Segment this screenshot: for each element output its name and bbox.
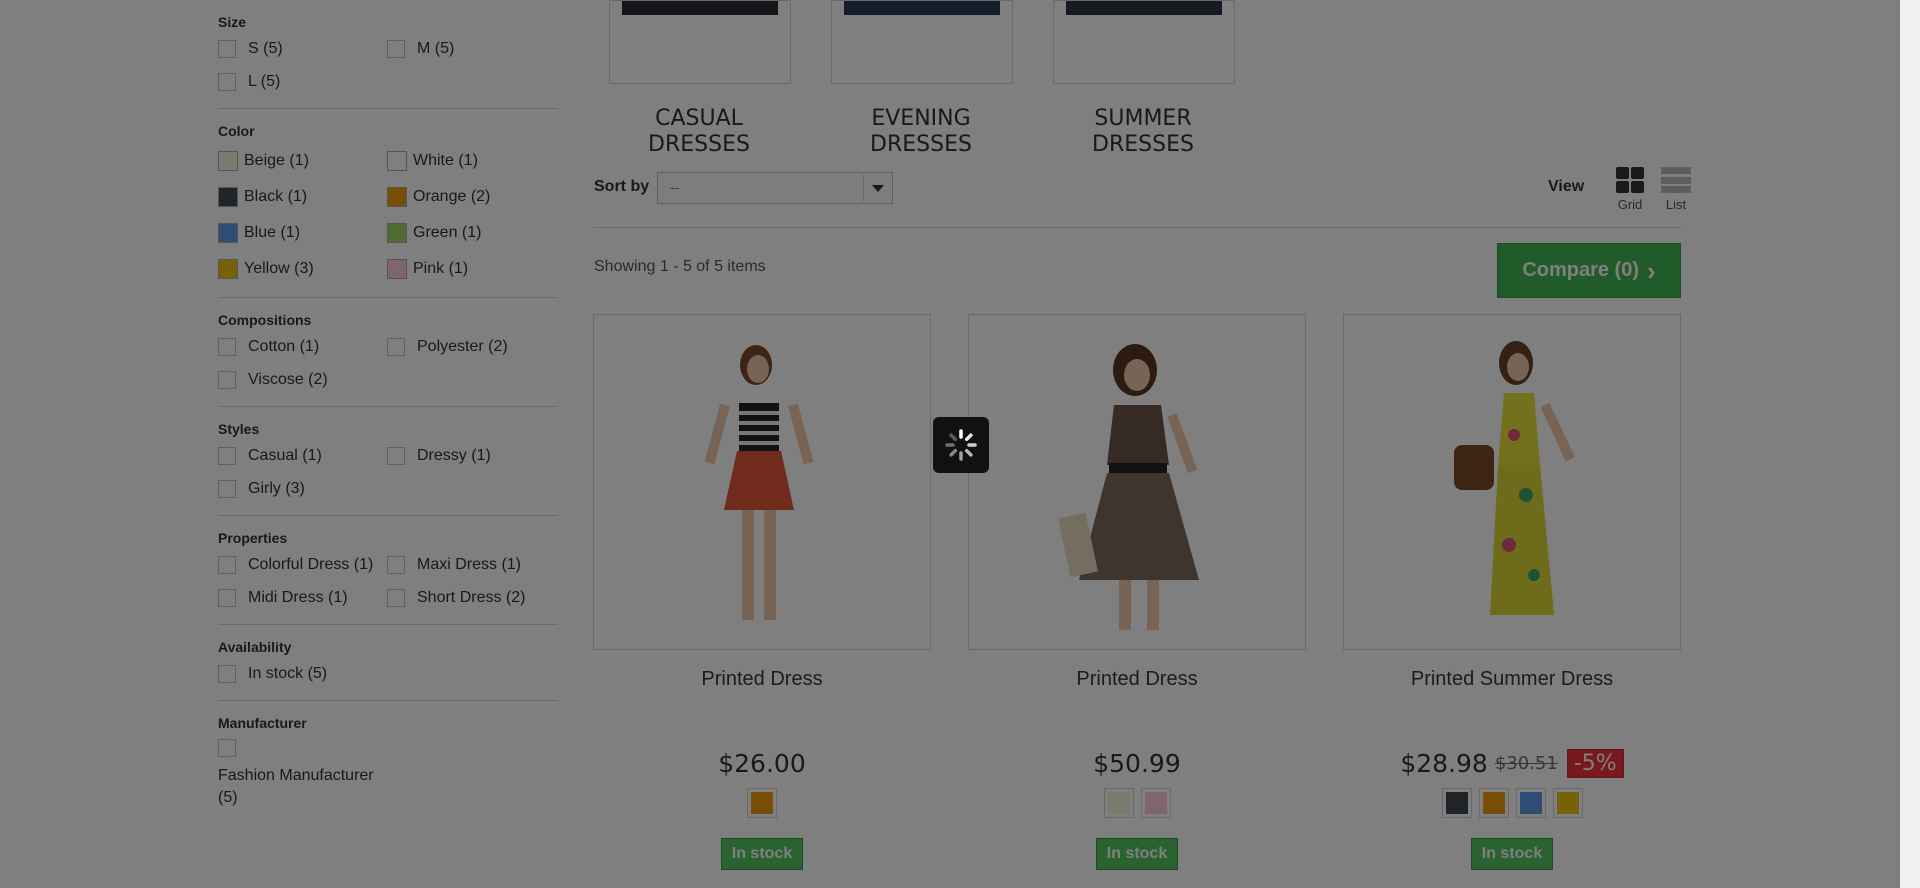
scrollbar[interactable] xyxy=(1900,0,1920,888)
loading-spinner-icon xyxy=(933,417,989,473)
